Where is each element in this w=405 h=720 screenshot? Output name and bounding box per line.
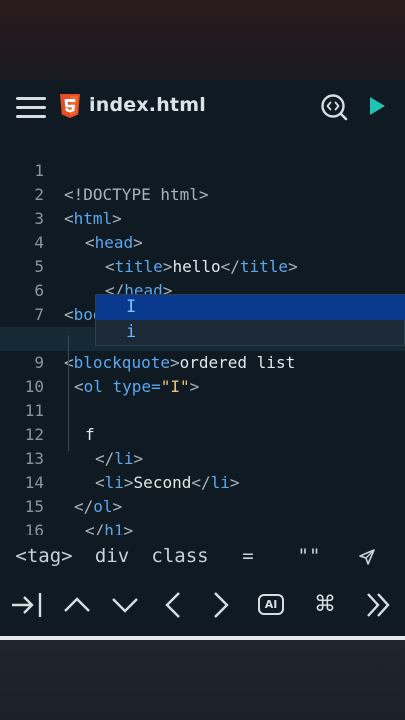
menu-icon[interactable] (16, 95, 46, 119)
navigation-key-bar: AI ⌘ (0, 580, 405, 636)
preview-icon[interactable] (320, 93, 348, 121)
autocomplete-popup: I i (95, 294, 405, 346)
code-line: 3 <head> (0, 183, 405, 252)
code-editor-app: index.html 1 <!DOCTYPE html> 2 <html> 3 … (0, 80, 405, 638)
code-line: 16 </blockquote> (0, 495, 405, 535)
send-icon[interactable] (358, 548, 376, 566)
tab-icon[interactable] (10, 590, 44, 620)
arrow-right-icon[interactable] (208, 590, 234, 620)
quotes-key[interactable]: "" (290, 543, 328, 569)
double-chevron-right-icon[interactable] (364, 590, 394, 620)
arrow-left-icon[interactable] (160, 590, 186, 620)
snippet-key-bar: <tag> div class = "" (0, 535, 405, 579)
autocomplete-item[interactable]: i (96, 320, 405, 345)
code-line: 10 (0, 351, 405, 396)
code-line: 6 <body> (0, 255, 405, 324)
code-line: 2 <html> (0, 159, 405, 228)
command-icon[interactable]: ⌘ (313, 590, 337, 620)
code-line: 12 </li> (0, 399, 405, 468)
toolbar: index.html (0, 80, 405, 132)
code-line: 13 <li>Second</li> (0, 423, 405, 492)
bottom-area (0, 640, 405, 720)
code-line: 14 </ol> (0, 447, 405, 516)
arrow-up-icon[interactable] (62, 590, 92, 620)
code-line: 1 <!DOCTYPE html> (0, 135, 405, 204)
code-line: 11 f (0, 375, 405, 444)
code-line: 17 (0, 519, 405, 535)
run-icon[interactable] (368, 96, 386, 116)
indent-guide (68, 335, 69, 451)
code-line: 15 </h1> (0, 471, 405, 535)
file-title: index.html (89, 94, 206, 116)
class-key[interactable]: class (148, 543, 212, 569)
arrow-down-icon[interactable] (110, 590, 140, 620)
ai-icon[interactable]: AI (258, 594, 284, 615)
code-line: 4 <title>hello</title> (0, 207, 405, 276)
div-key[interactable]: div (90, 543, 134, 569)
code-line: 5 </head> (0, 231, 405, 300)
html5-icon (60, 94, 80, 118)
status-bar-area (0, 0, 405, 80)
tag-key[interactable]: <tag> (12, 543, 76, 569)
autocomplete-item-selected[interactable]: I (96, 295, 405, 320)
equals-key[interactable]: = (234, 543, 262, 569)
